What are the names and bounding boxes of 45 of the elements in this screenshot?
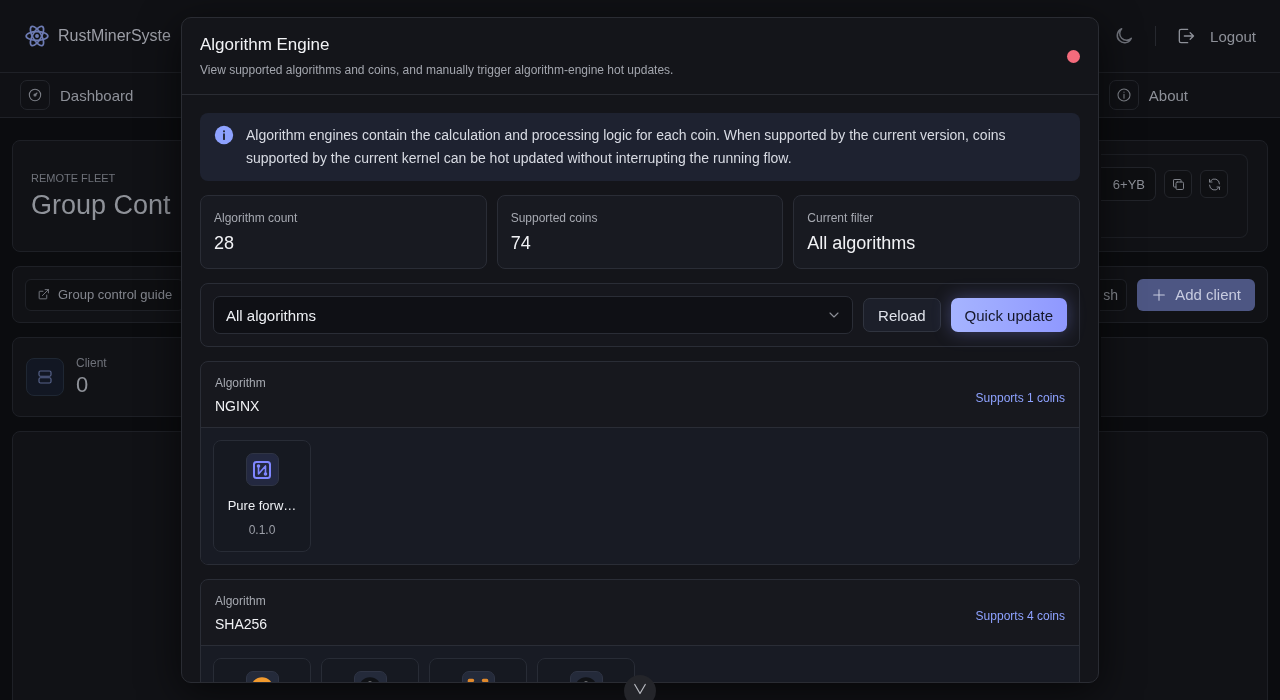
info-icon (214, 125, 234, 145)
logout-button[interactable]: Logout (1176, 26, 1256, 46)
dialog-title: Algorithm Engine (200, 35, 331, 55)
refresh-button[interactable] (1200, 170, 1228, 198)
stat-value: 0 (76, 372, 90, 398)
dialog-subtitle: View supported algorithms and coins, and manually trigger algorithm-engine hot updates. (200, 63, 675, 77)
info-text: Algorithm engines contain the calculation and processing logic for each coin. When supported by the current version, coins supported by the current kernel can be hot updated without interrupting the running flow. (246, 126, 1007, 168)
algorithm-label: Algorithm (215, 375, 266, 390)
copy-icon (1170, 176, 1186, 192)
reload-button[interactable]: Reload (863, 298, 941, 332)
nav-item[interactable]: Dashboard (20, 80, 134, 110)
section-eyebrow: REMOTE FLEET (31, 171, 117, 184)
close-button[interactable] (1067, 50, 1080, 63)
nav-item[interactable]: About (1108, 80, 1188, 110)
add-client-button[interactable]: Add client (1137, 278, 1255, 311)
algorithm-select[interactable]: All algorithms (213, 296, 854, 334)
coin-name: Pure forw… (227, 498, 297, 513)
summary-value: 74 (510, 233, 532, 254)
atom-logo-icon (24, 23, 50, 49)
summary-label: Current filter (807, 211, 875, 225)
summary-label: Supported coins (510, 211, 599, 225)
brand-name: RustMinerSyste (58, 27, 171, 45)
refresh-button[interactable]: sh (1100, 278, 1128, 311)
algorithm-name: NGINX (215, 397, 261, 414)
quick-update-button[interactable]: Quick update (950, 298, 1067, 332)
refresh-icon (1206, 176, 1222, 192)
coin-count: Supports 4 coins (975, 607, 1065, 623)
coin-card[interactable]: Pure forw… 0.1.0 (213, 440, 311, 552)
token-field[interactable]: 6+YB (1101, 167, 1156, 201)
summary-label: Algorithm count (214, 211, 299, 225)
stat-label: Client (76, 356, 107, 370)
external-link-icon (37, 288, 50, 301)
summary-value: 28 (214, 233, 236, 254)
logout-icon (1176, 26, 1197, 46)
server-icon (36, 368, 54, 386)
algorithm-name: SHA256 (215, 615, 268, 632)
page-title: Group Cont (31, 189, 171, 221)
summary-value: All algorithms (807, 233, 917, 254)
coin-count: Supports 1 coins (975, 389, 1065, 405)
algorithm-label: Algorithm (215, 593, 267, 608)
plus-icon (1151, 286, 1168, 303)
copy-button[interactable] (1164, 170, 1192, 198)
coin-version: 0.1.0 (248, 523, 276, 537)
gauge-icon (27, 87, 43, 103)
info-icon (1115, 87, 1132, 103)
